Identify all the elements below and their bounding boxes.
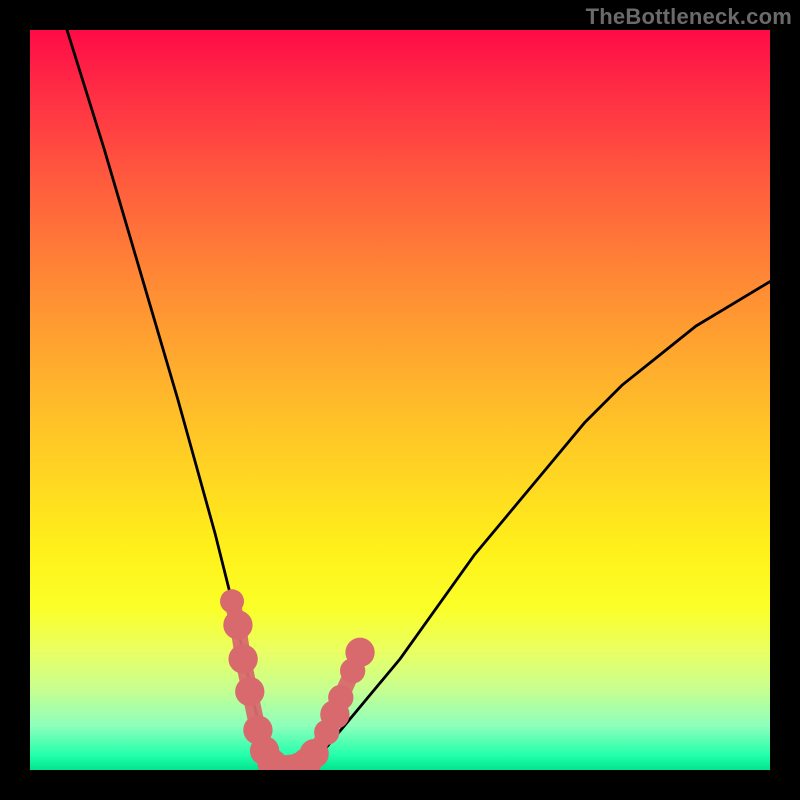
marker-dot [223, 610, 252, 639]
chart-svg [30, 30, 770, 770]
marker-dot [345, 638, 374, 667]
watermark-text: TheBottleneck.com [586, 4, 792, 30]
curve-layer [67, 30, 770, 770]
marker-dot [220, 589, 244, 613]
marker-dot [228, 644, 257, 673]
marker-dot [328, 685, 353, 710]
chart-plot-area [30, 30, 770, 770]
chart-frame: TheBottleneck.com [0, 0, 800, 800]
marker-layer [220, 589, 375, 770]
bottleneck-curve [67, 30, 770, 770]
marker-dot [235, 677, 264, 706]
